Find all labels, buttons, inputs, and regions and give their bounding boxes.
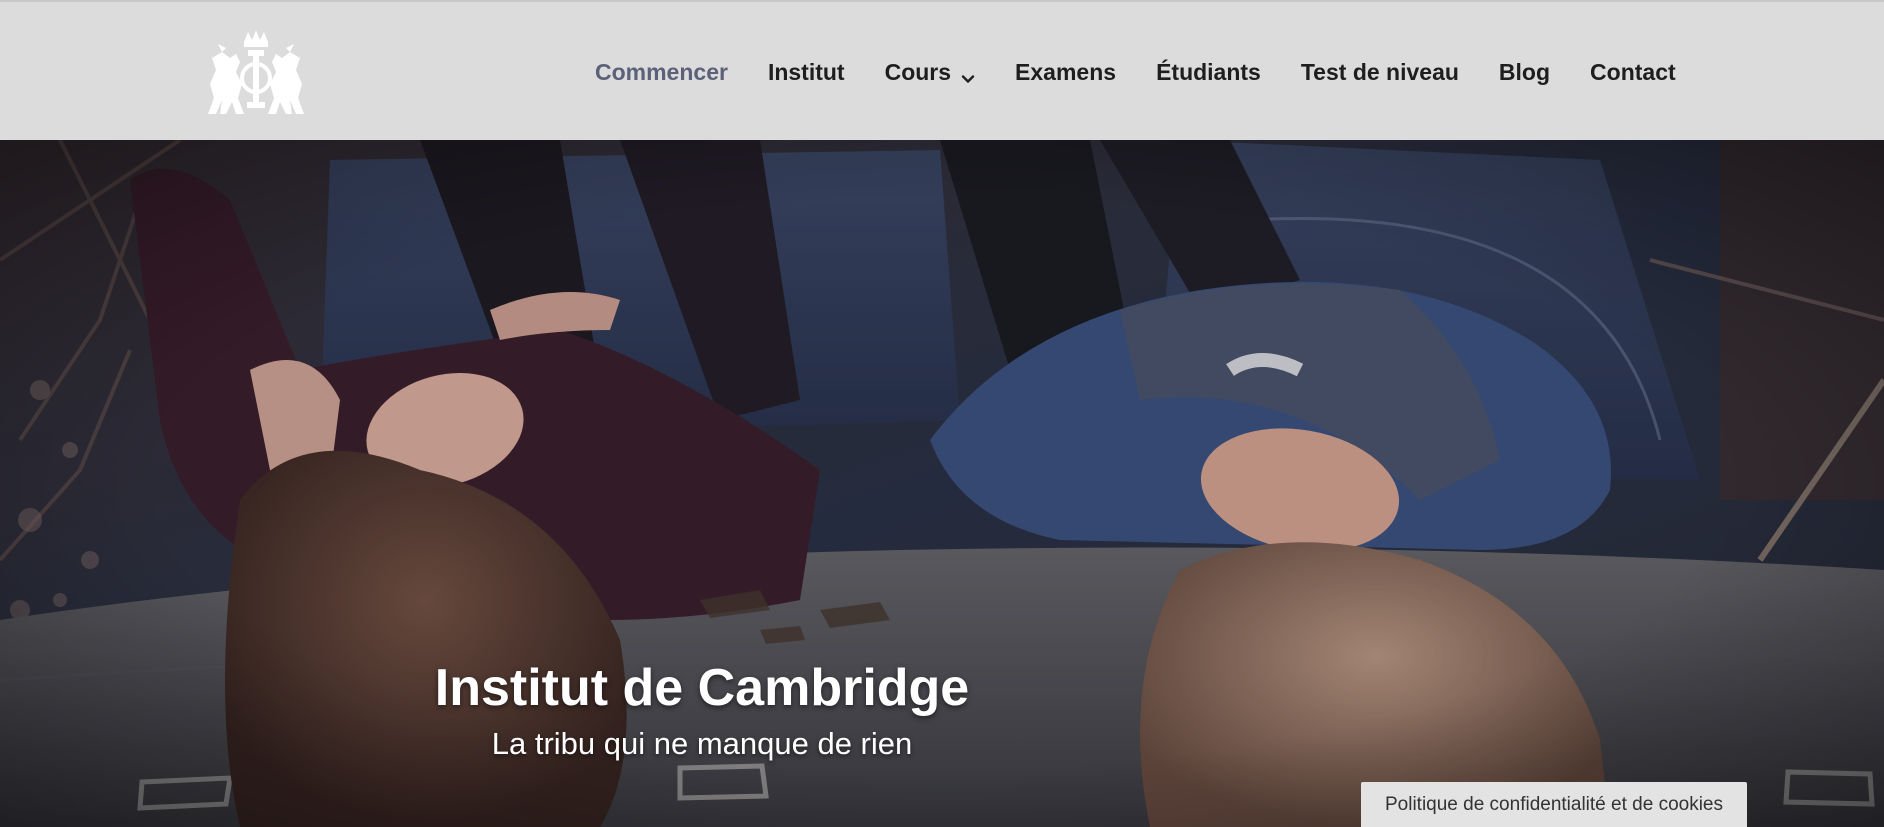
nav-item-commencer[interactable]: Commencer [595, 59, 728, 86]
hero-photo [0, 140, 1884, 827]
main-navigation: Commencer Institut Cours Examens Étudian… [595, 2, 1676, 142]
hero-title: Institut de Cambridge [434, 659, 970, 717]
chevron-down-icon [961, 65, 975, 83]
hero-banner: Institut de Cambridge La tribu qui ne ma… [0, 140, 1884, 827]
nav-item-cours[interactable]: Cours [885, 59, 975, 86]
nav-item-etudiants[interactable]: Étudiants [1156, 59, 1261, 86]
crest-logo-icon[interactable] [200, 28, 312, 120]
nav-item-label: Blog [1498, 58, 1551, 85]
site-header: Commencer Institut Cours Examens Étudian… [0, 0, 1884, 140]
hero-subtitle: La tribu qui ne manque de rien [491, 726, 913, 761]
nav-item-label: Commencer [595, 58, 728, 85]
nav-item-label: Test de niveau [1300, 58, 1459, 85]
nav-item-label: Contact [1590, 58, 1676, 85]
nav-item-test-de-niveau[interactable]: Test de niveau [1301, 59, 1459, 86]
nav-item-label: Examens [1015, 58, 1117, 85]
nav-item-contact[interactable]: Contact [1590, 59, 1676, 86]
nav-item-blog[interactable]: Blog [1499, 59, 1550, 86]
nav-item-label: Cours [884, 58, 952, 85]
privacy-cookie-policy-button[interactable]: Politique de confidentialité et de cooki… [1361, 782, 1747, 827]
nav-item-examens[interactable]: Examens [1015, 59, 1116, 86]
nav-item-label: Institut [767, 58, 845, 85]
nav-item-institut[interactable]: Institut [768, 59, 845, 86]
nav-item-label: Étudiants [1156, 58, 1261, 85]
